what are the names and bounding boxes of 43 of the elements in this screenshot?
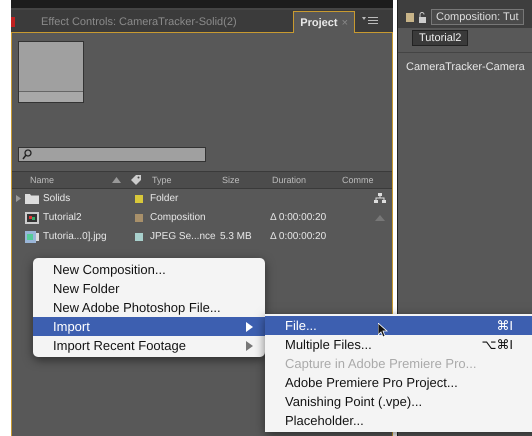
menu-item[interactable]: Vanishing Point (.vpe)... (265, 392, 532, 411)
menu-item[interactable]: Multiple Files... ⌥⌘I (265, 335, 532, 354)
tab-marker-icon (11, 17, 15, 27)
type-cell-text: Folder (150, 193, 180, 204)
expand-arrow-icon[interactable] (16, 195, 21, 202)
search-icon (22, 149, 32, 160)
composition-tab[interactable]: Composition: Tut (431, 9, 524, 25)
lock-icon[interactable] (418, 12, 427, 22)
label-tag-icon[interactable] (130, 174, 142, 186)
size-cell-text: 5.3 MB (220, 231, 253, 242)
panel-tab[interactable]: Project × (293, 11, 355, 33)
menu-item[interactable]: Placeholder... (265, 411, 532, 430)
item-name[interactable]: Solids (43, 193, 70, 204)
column-title[interactable]: Name (12, 175, 112, 185)
column-title[interactable]: Comme (340, 175, 392, 185)
duration-cell-text: Δ 0:00:00:20 (270, 212, 328, 223)
menu-item[interactable]: New Composition... (33, 260, 265, 279)
menu-item[interactable]: Import Recent Footage (33, 336, 265, 355)
panel-tab[interactable]: Effect Controls: CameraTracker-Solid(2) (35, 11, 243, 32)
menu-item[interactable]: Adobe Premiere Pro Project... (265, 373, 532, 392)
color-swatch-icon (406, 12, 414, 22)
sort-up-icon[interactable] (112, 177, 121, 183)
flowchart-icon[interactable] (374, 193, 386, 204)
menu-item[interactable]: New Folder (33, 279, 265, 298)
menu-item[interactable]: File... ⌘I (265, 316, 532, 335)
search-field[interactable] (18, 147, 206, 162)
column-title[interactable]: Duration (270, 175, 340, 185)
mouse-cursor-icon (378, 323, 388, 338)
column-title[interactable]: Size (220, 175, 270, 185)
duration-cell-text: Δ 0:00:00:20 (270, 231, 328, 242)
layer-name: CameraTracker-Camera (406, 61, 526, 73)
item-name[interactable]: Tutorial2 (43, 212, 82, 223)
type-cell-text: JPEG Se...nce (150, 231, 217, 242)
image-file-icon (25, 230, 39, 242)
menu-item[interactable]: Import (33, 317, 265, 336)
composition-icon (25, 212, 39, 224)
thumbnail-preview (18, 41, 84, 103)
type-cell-text: Composition (150, 212, 207, 223)
item-name[interactable]: Tutoria...0].jpg (43, 231, 107, 242)
column-title[interactable]: Type (150, 175, 220, 185)
composition-view-button[interactable]: Tutorial2 (412, 30, 468, 46)
menu-item[interactable]: New Adobe Photoshop File... (33, 298, 265, 317)
folder-icon (25, 193, 39, 204)
